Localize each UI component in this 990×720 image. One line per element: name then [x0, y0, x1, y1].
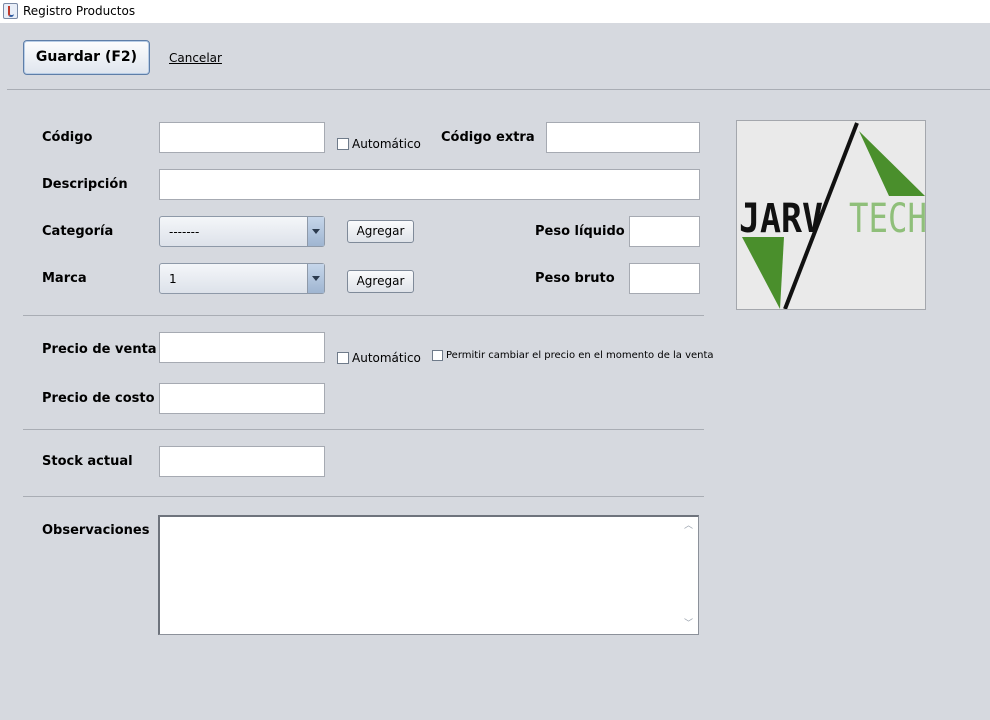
scroll-down-icon[interactable]: ﹀: [684, 620, 693, 629]
section-divider: [23, 315, 704, 316]
precio-automatico-label: Automático: [352, 351, 421, 365]
codigo-input[interactable]: [159, 122, 325, 153]
codigo-extra-label: Código extra: [441, 130, 535, 145]
marca-label: Marca: [42, 271, 87, 286]
add-marca-button[interactable]: Agregar: [347, 270, 414, 293]
add-categoria-button[interactable]: Agregar: [347, 220, 414, 243]
cancel-link[interactable]: Cancelar: [169, 51, 222, 65]
chevron-down-icon[interactable]: [307, 264, 324, 293]
chevron-down-icon[interactable]: [307, 217, 324, 246]
peso-liquido-label: Peso líquido: [535, 224, 625, 239]
checkbox-box[interactable]: [337, 352, 349, 364]
descripcion-label: Descripción: [42, 177, 128, 192]
peso-bruto-input[interactable]: [629, 263, 700, 294]
peso-bruto-label: Peso bruto: [535, 271, 615, 286]
precio-automatico-checkbox[interactable]: Automático: [337, 351, 421, 365]
jarvistech-logo-graphic: JARV TECH: [739, 122, 926, 309]
window-titlebar: Registro Productos: [0, 0, 990, 23]
categoria-select[interactable]: -------: [159, 216, 325, 247]
descripcion-input[interactable]: [159, 169, 700, 200]
logo-green-triangle-bottom: [742, 237, 784, 309]
categoria-selected-value: -------: [169, 225, 200, 239]
checkbox-box[interactable]: [337, 138, 349, 150]
window-title: Registro Productos: [23, 4, 136, 18]
observaciones-textarea[interactable]: ︿ ﹀: [158, 515, 699, 635]
section-divider: [23, 429, 704, 430]
marca-selected-value: 1: [169, 272, 177, 286]
permitir-cambiar-precio-checkbox[interactable]: Permitir cambiar el precio en el momento…: [432, 350, 714, 361]
stock-actual-label: Stock actual: [42, 454, 133, 469]
codigo-automatico-checkbox[interactable]: Automático: [337, 137, 421, 151]
peso-liquido-input[interactable]: [629, 216, 700, 247]
observaciones-label: Observaciones: [42, 523, 150, 538]
categoria-label: Categoría: [42, 224, 114, 239]
precio-costo-input[interactable]: [159, 383, 325, 414]
java-app-icon: [3, 3, 18, 19]
product-image-logo: JARV TECH: [736, 120, 926, 310]
logo-text-right: TECH: [849, 196, 926, 242]
section-divider: [23, 496, 704, 497]
scroll-up-icon[interactable]: ︿: [684, 522, 693, 531]
precio-costo-label: Precio de costo: [42, 391, 155, 406]
precio-venta-input[interactable]: [159, 332, 325, 363]
logo-text-left: JARV: [739, 196, 823, 242]
logo-green-triangle-top: [859, 131, 925, 196]
codigo-extra-input[interactable]: [546, 122, 700, 153]
marca-select[interactable]: 1: [159, 263, 325, 294]
permitir-cambiar-precio-label: Permitir cambiar el precio en el momento…: [446, 350, 714, 361]
save-button[interactable]: Guardar (F2): [23, 40, 150, 75]
toolbar-divider: [7, 89, 990, 90]
checkbox-box[interactable]: [432, 350, 443, 361]
stock-actual-input[interactable]: [159, 446, 325, 477]
precio-venta-label: Precio de venta: [42, 342, 157, 357]
codigo-automatico-label: Automático: [352, 137, 421, 151]
codigo-label: Código: [42, 130, 93, 145]
vertical-scrollbar[interactable]: ︿ ﹀: [681, 517, 698, 634]
